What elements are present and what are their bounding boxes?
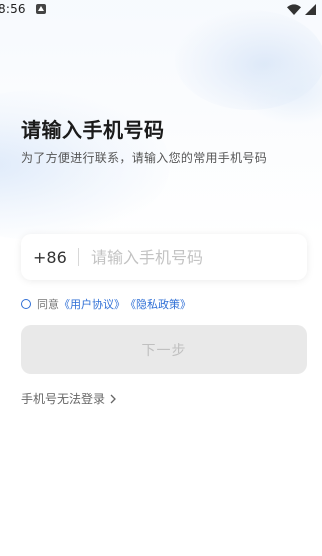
status-left: 8:56 <box>0 2 46 16</box>
country-code[interactable]: +86 <box>21 248 78 267</box>
signal-icon <box>305 3 316 15</box>
background-blob-top-right <box>175 10 322 110</box>
chevron-right-icon <box>110 394 116 403</box>
input-divider <box>78 248 79 266</box>
agreement-prefix: 同意 <box>37 298 59 311</box>
status-bar: 8:56 <box>0 0 322 18</box>
background-blob-right <box>240 55 322 125</box>
user-agreement-link[interactable]: 《用户协议》 <box>59 296 125 312</box>
page-title: 请输入手机号码 <box>21 118 165 142</box>
cannot-login-label: 手机号无法登录 <box>21 392 106 406</box>
agreement-radio-icon[interactable] <box>21 299 31 309</box>
agreement-row: 同意 《用户协议》 《隐私政策》 <box>21 296 191 312</box>
phone-input-box: +86 <box>21 234 307 280</box>
status-time: 8:56 <box>0 2 26 16</box>
page-subtitle: 为了方便进行联系，请输入您的常用手机号码 <box>21 151 268 165</box>
next-button[interactable]: 下一步 <box>21 325 307 374</box>
notification-icon <box>35 4 46 14</box>
privacy-policy-link[interactable]: 《隐私政策》 <box>125 296 191 312</box>
cannot-login-link[interactable]: 手机号无法登录 <box>21 390 117 407</box>
wifi-icon <box>287 3 301 15</box>
phone-number-input[interactable] <box>91 242 307 272</box>
status-right <box>287 3 316 15</box>
